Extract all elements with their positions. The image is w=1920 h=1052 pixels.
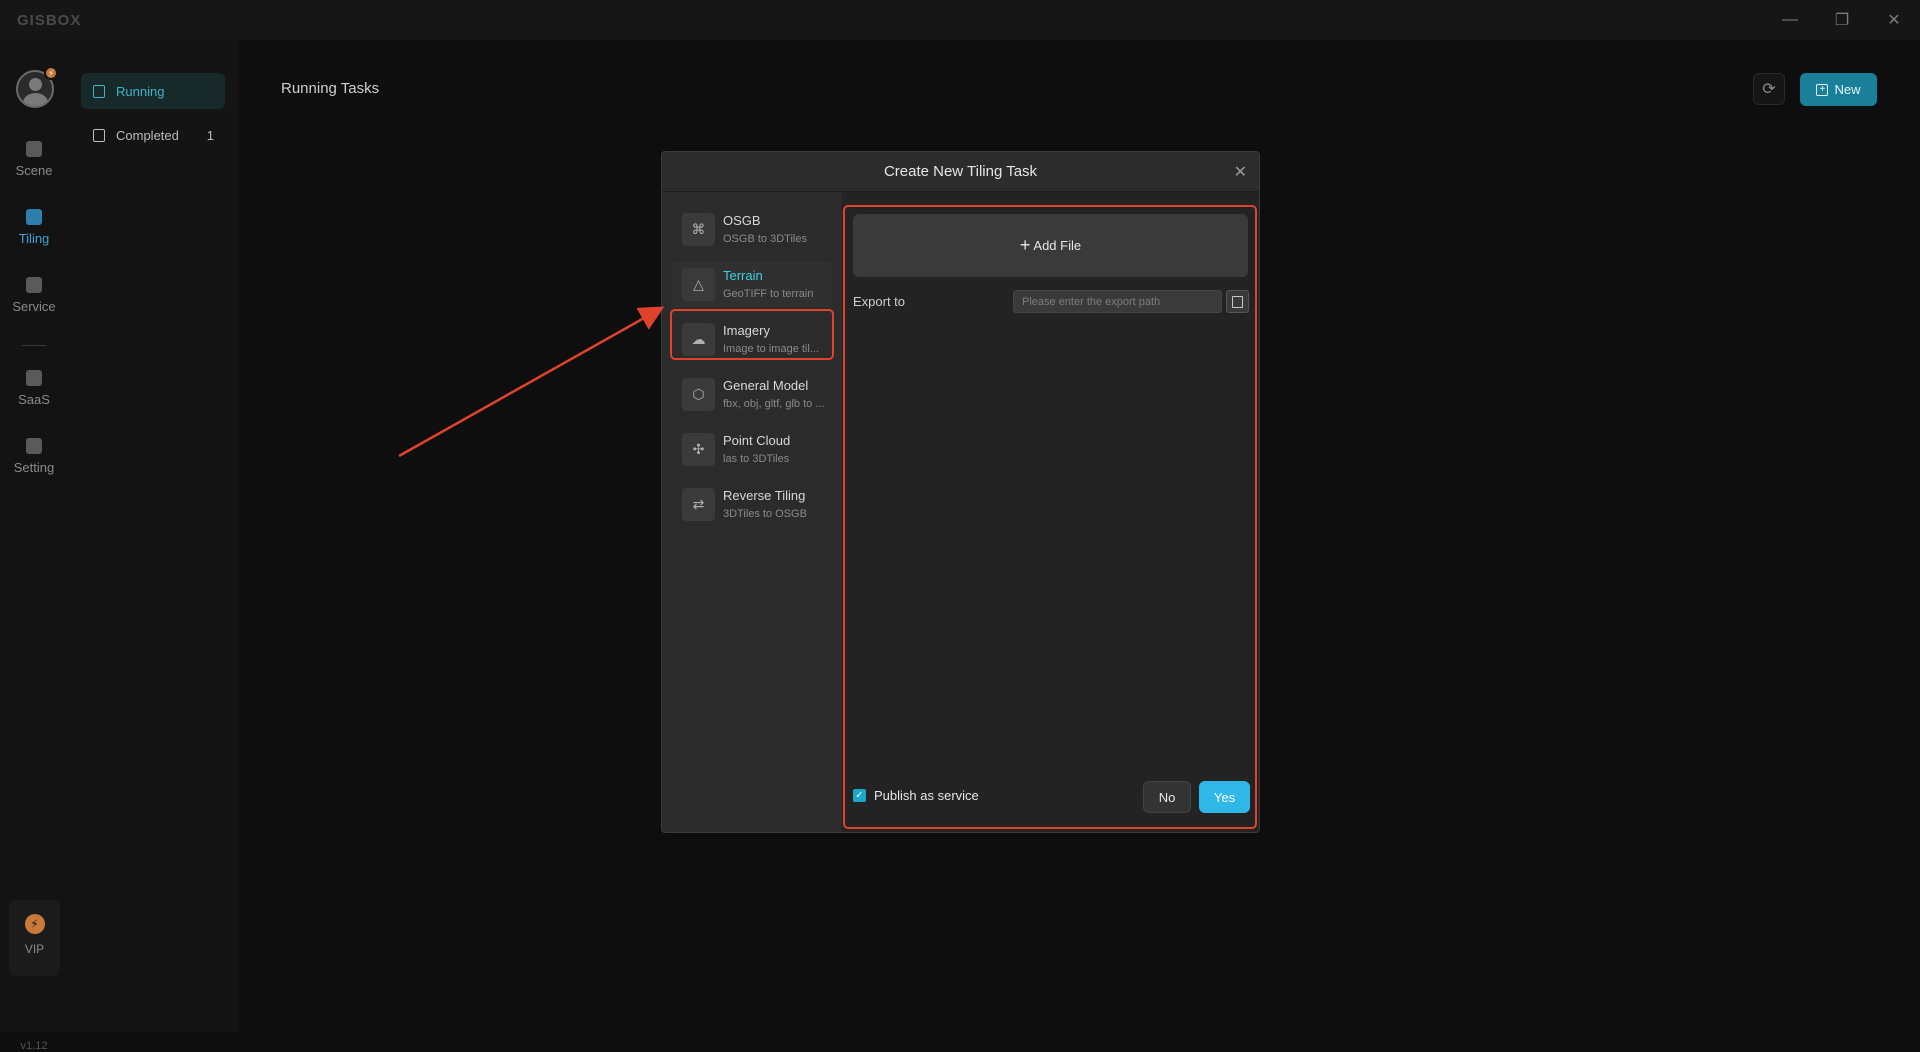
task-type-desc: GeoTIFF to terrain (723, 288, 814, 300)
vip-label: VIP (24, 942, 45, 956)
completed-count: 1 (206, 127, 214, 143)
rail-item-saas[interactable]: SaaS (0, 370, 68, 407)
running-icon (93, 84, 105, 98)
point-cloud-icon: ✣ (682, 432, 715, 466)
restore-icon: ❐ (1834, 12, 1850, 29)
task-type-general-model[interactable]: ⬡ General Model fbx, obj, gltf, glb to .… (672, 371, 832, 417)
nav-rail: ⚡ Scene Tiling Service SaaS Setting ⚡ VI… (0, 40, 68, 1052)
create-task-dialog: Create New Tiling Task ✕ ⌘ OSGB OSGB to … (661, 151, 1260, 833)
folder-icon (1232, 295, 1243, 308)
subnav-item-running[interactable]: Running (81, 73, 225, 109)
rail-item-tiling[interactable]: Tiling (0, 209, 68, 246)
close-icon: ✕ (1233, 164, 1247, 181)
task-type-osgb[interactable]: ⌘ OSGB OSGB to 3DTiles (672, 206, 832, 252)
rail-item-label: Scene (15, 163, 53, 178)
task-type-name: OSGB (723, 213, 761, 228)
rail-item-label: Tiling (18, 231, 50, 246)
imagery-icon: ☁ (682, 322, 715, 356)
add-icon: + (1816, 83, 1829, 96)
scene-icon (26, 141, 42, 157)
task-type-desc: 3DTiles to OSGB (723, 508, 807, 520)
version-label: v1.12 (20, 1040, 48, 1052)
terrain-icon: △ (682, 267, 715, 301)
rail-item-setting[interactable]: Setting (0, 438, 68, 475)
page-title: Running Tasks (281, 80, 380, 97)
task-type-name: General Model (723, 378, 809, 393)
task-type-desc: OSGB to 3DTiles (723, 233, 807, 245)
publish-checkbox[interactable]: ✓ (853, 789, 866, 802)
task-type-reverse-tiling[interactable]: ⇄ Reverse Tiling 3DTiles to OSGB (672, 481, 832, 527)
close-icon: ✕ (1887, 12, 1901, 29)
osgb-icon: ⌘ (682, 212, 715, 246)
lightning-badge-icon: ⚡ (44, 66, 58, 80)
lock-icon (26, 370, 42, 386)
dialog-title: Create New Tiling Task (883, 163, 1038, 180)
cube-icon: ⬡ (682, 377, 715, 411)
add-file-label: Add File (1033, 238, 1082, 253)
app-logo: GISBOX (17, 12, 82, 29)
no-button[interactable]: No (1143, 781, 1191, 813)
task-type-desc: las to 3DTiles (723, 453, 790, 465)
task-type-name: Terrain (723, 268, 763, 283)
task-type-desc: Image to image til... (723, 343, 819, 355)
export-path-input[interactable] (1013, 290, 1222, 313)
dialog-header: Create New Tiling Task ✕ (662, 152, 1259, 192)
window-controls: — ❐ ✕ (1764, 0, 1920, 40)
restore-button[interactable]: ❐ (1816, 0, 1868, 40)
browse-folder-button[interactable] (1226, 290, 1249, 313)
export-label: Export to (853, 294, 906, 309)
refresh-icon: ⟳ (1762, 81, 1776, 98)
task-type-list: ⌘ OSGB OSGB to 3DTiles △ Terrain GeoTIFF… (662, 192, 842, 832)
avatar-head-shape (29, 78, 42, 91)
arrow-line (398, 306, 665, 458)
dialog-close-button[interactable]: ✕ (1234, 162, 1247, 182)
close-window-button[interactable]: ✕ (1868, 0, 1920, 40)
subnav-item-label: Completed (116, 127, 179, 143)
task-type-desc: fbx, obj, gltf, glb to ... (723, 398, 825, 410)
lightning-icon: ⚡ (24, 914, 45, 934)
refresh-button[interactable]: ⟳ (1753, 73, 1785, 105)
completed-icon (93, 128, 105, 142)
task-type-name: Imagery (723, 323, 770, 338)
plus-icon: + (1019, 235, 1031, 255)
minimize-button[interactable]: — (1764, 0, 1816, 40)
task-subnav: Running Completed 1 (68, 40, 238, 1032)
rail-item-label: SaaS (18, 392, 50, 407)
reverse-icon: ⇄ (682, 487, 715, 521)
avatar-body-shape (23, 93, 48, 106)
subnav-item-label: Running (116, 83, 165, 99)
rail-item-service[interactable]: Service (0, 277, 68, 314)
task-config-panel: + Add File Export to ✓ Publish as servic… (842, 192, 1259, 832)
new-button-label: New (1834, 82, 1861, 97)
avatar-button[interactable]: ⚡ (16, 66, 58, 108)
task-type-point-cloud[interactable]: ✣ Point Cloud las to 3DTiles (672, 426, 832, 472)
task-type-terrain[interactable]: △ Terrain GeoTIFF to terrain (672, 261, 832, 307)
publish-label: Publish as service (874, 788, 979, 803)
task-type-imagery[interactable]: ☁ Imagery Image to image til... (672, 316, 832, 362)
rail-divider (22, 345, 46, 346)
gear-icon (26, 438, 42, 454)
publish-as-service-row[interactable]: ✓ Publish as service (853, 788, 979, 803)
minimize-icon: — (1782, 11, 1798, 28)
service-icon (26, 277, 42, 293)
title-bar: GISBOX — ❐ ✕ (0, 0, 1920, 40)
task-type-name: Point Cloud (723, 433, 791, 448)
rail-item-scene[interactable]: Scene (0, 141, 68, 178)
tiling-icon (26, 209, 42, 225)
task-type-name: Reverse Tiling (723, 488, 806, 503)
subnav-item-completed[interactable]: Completed 1 (81, 117, 225, 153)
add-file-button[interactable]: + Add File (853, 214, 1248, 277)
yes-button[interactable]: Yes (1199, 781, 1250, 813)
rail-item-label: Setting (13, 460, 55, 475)
new-task-button[interactable]: + New (1800, 73, 1877, 106)
rail-item-label: Service (12, 299, 56, 314)
vip-button[interactable]: ⚡ VIP (9, 900, 60, 976)
